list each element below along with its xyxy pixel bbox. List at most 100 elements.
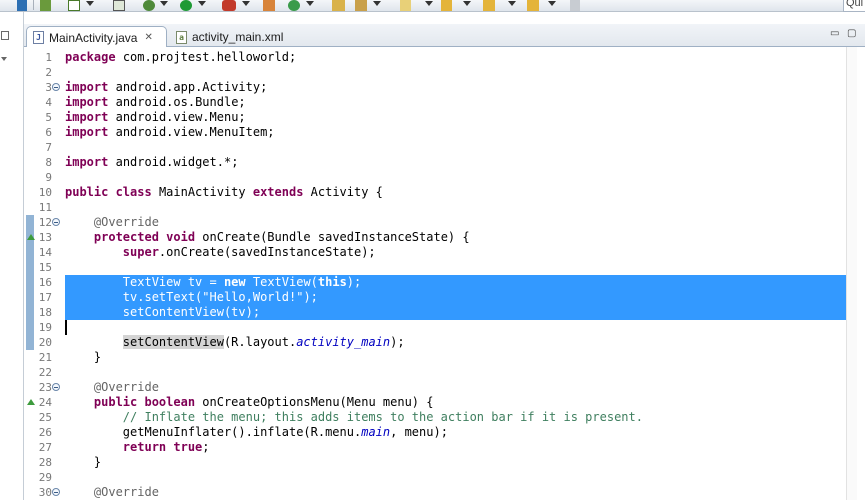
code-line[interactable]: 19 — [24, 320, 846, 335]
code-line[interactable]: 17 tv.setText("Hello,World!"); — [24, 290, 846, 305]
restore-view-icon[interactable] — [1, 31, 9, 40]
next-annotation-icon[interactable] — [441, 0, 452, 11]
annotation-dropdown-icon[interactable] — [425, 1, 433, 6]
code-text[interactable]: tv.setText("Hello,World!"); — [65, 290, 846, 305]
debug-icon[interactable] — [143, 0, 155, 11]
run-icon[interactable] — [180, 0, 192, 11]
dropdown-arrow-icon[interactable] — [86, 1, 94, 6]
tab-activity-main-xml[interactable]: a activity_main.xml — [170, 26, 300, 48]
close-icon[interactable]: ✕ — [144, 32, 152, 43]
code-text[interactable]: @Override — [65, 485, 846, 500]
new-class-dropdown-icon[interactable] — [306, 1, 314, 6]
code-line[interactable]: 24 public boolean onCreateOptionsMenu(Me… — [24, 395, 846, 410]
code-text[interactable] — [65, 200, 846, 215]
new-package-icon[interactable] — [263, 0, 275, 11]
code-line[interactable]: 4 import android.os.Bundle; — [24, 95, 846, 110]
code-line[interactable]: 22 — [24, 365, 846, 380]
code-line[interactable]: 25 // Inflate the menu; this adds items … — [24, 410, 846, 425]
overview-ruler[interactable] — [847, 47, 857, 500]
annotation-icon[interactable] — [400, 0, 411, 11]
back-icon[interactable] — [483, 0, 495, 11]
new-class-icon[interactable] — [288, 0, 300, 11]
code-text[interactable]: import android.widget.*; — [65, 155, 846, 170]
history-icon[interactable] — [570, 0, 580, 11]
code-line[interactable]: 1 package com.projtest.helloworld; — [24, 50, 846, 65]
code-text[interactable] — [65, 470, 846, 485]
code-text[interactable]: import android.view.Menu; — [65, 110, 846, 125]
forward-icon[interactable] — [527, 0, 539, 11]
code-text[interactable]: package com.projtest.helloworld; — [65, 50, 846, 65]
search-dropdown-icon[interactable] — [373, 1, 381, 6]
code-text[interactable]: @Override — [65, 215, 846, 230]
code-line[interactable]: 10 public class MainActivity extends Acti… — [24, 185, 846, 200]
code-text[interactable]: TextView tv = new TextView(this); — [65, 275, 846, 290]
code-text[interactable]: import android.os.Bundle; — [65, 95, 846, 110]
code-line[interactable]: 18 setContentView(tv); — [24, 305, 846, 320]
maximize-icon[interactable]: ▢ — [847, 28, 856, 39]
code-text[interactable]: @Override — [65, 380, 846, 395]
code-line[interactable]: 15 — [24, 260, 846, 275]
code-line[interactable]: 6 import android.view.MenuItem; — [24, 125, 846, 140]
view-menu-icon[interactable] — [1, 57, 7, 61]
minimize-icon[interactable]: ▭ — [830, 28, 839, 39]
code-line[interactable]: 8 import android.widget.*; — [24, 155, 846, 170]
code-line[interactable]: 7 — [24, 140, 846, 155]
code-line[interactable]: 12 @Override — [24, 215, 846, 230]
code-text[interactable]: import android.app.Activity; — [65, 80, 846, 95]
code-text[interactable]: return true; — [65, 440, 846, 455]
code-text[interactable]: protected void onCreate(Bundle savedInst… — [65, 230, 846, 245]
code-line[interactable]: 23 @Override — [24, 380, 846, 395]
quick-access-input[interactable]: Qui — [843, 0, 865, 12]
run-dropdown-icon[interactable] — [198, 1, 206, 6]
code-line[interactable]: 21 } — [24, 350, 846, 365]
code-line[interactable]: 27 return true; — [24, 440, 846, 455]
code-text[interactable]: public boolean onCreateOptionsMenu(Menu … — [65, 395, 846, 410]
code-line[interactable]: 3 import android.app.Activity; — [24, 80, 846, 95]
code-text[interactable]: public class MainActivity extends Activi… — [65, 185, 846, 200]
code-line[interactable]: 5 import android.view.Menu; — [24, 110, 846, 125]
android-sdk-icon[interactable] — [113, 0, 125, 11]
code-text[interactable]: } — [65, 350, 846, 365]
forward-dropdown-icon[interactable] — [548, 1, 556, 6]
fold-collapse-icon[interactable] — [52, 83, 60, 91]
code-line[interactable]: 28 } — [24, 455, 846, 470]
tab-mainactivity-java[interactable]: J MainActivity.java ✕ — [26, 26, 167, 48]
code-line[interactable]: 30 @Override — [24, 485, 846, 500]
code-line[interactable]: 13 protected void onCreate(Bundle savedI… — [24, 230, 846, 245]
code-text[interactable]: super.onCreate(savedInstanceState); — [65, 245, 846, 260]
code-text[interactable] — [65, 65, 846, 80]
code-text[interactable] — [65, 140, 846, 155]
save-all-icon[interactable] — [17, 0, 27, 11]
search-icon[interactable] — [355, 0, 367, 11]
code-line[interactable]: 26 getMenuInflater().inflate(R.menu.main… — [24, 425, 846, 440]
code-text[interactable]: setContentView(R.layout.activity_main); — [65, 335, 846, 350]
code-text[interactable] — [65, 365, 846, 380]
code-line[interactable]: 9 — [24, 170, 846, 185]
back-dropdown-icon[interactable] — [508, 1, 516, 6]
code-text[interactable]: import android.view.MenuItem; — [65, 125, 846, 140]
external-tools-icon[interactable] — [222, 0, 236, 11]
fold-collapse-icon[interactable] — [52, 383, 60, 391]
code-text[interactable]: getMenuInflater().inflate(R.menu.main, m… — [65, 425, 846, 440]
open-type-icon[interactable] — [332, 0, 345, 11]
fold-collapse-icon[interactable] — [52, 218, 60, 226]
print-icon[interactable] — [40, 0, 51, 11]
code-text[interactable]: } — [65, 455, 846, 470]
code-text[interactable] — [65, 170, 846, 185]
code-line[interactable]: 11 — [24, 200, 846, 215]
code-text[interactable] — [65, 320, 846, 335]
debug-dropdown-icon[interactable] — [160, 1, 168, 6]
code-line[interactable]: 20 setContentView(R.layout.activity_main… — [24, 335, 846, 350]
checkbox-icon[interactable] — [68, 0, 80, 11]
code-line[interactable]: 29 — [24, 470, 846, 485]
code-text[interactable] — [65, 260, 846, 275]
code-line[interactable]: 14 super.onCreate(savedInstanceState); — [24, 245, 846, 260]
external-tools-dropdown-icon[interactable] — [242, 1, 250, 6]
next-annotation-dropdown-icon[interactable] — [463, 1, 471, 6]
code-line[interactable]: 16 TextView tv = new TextView(this); — [24, 275, 846, 290]
code-line[interactable]: 2 — [24, 65, 846, 80]
code-text[interactable]: // Inflate the menu; this adds items to … — [65, 410, 846, 425]
fold-collapse-icon[interactable] — [52, 488, 60, 496]
java-code-editor[interactable]: 1 package com.projtest.helloworld; 2 3 impor… — [24, 47, 846, 500]
code-text[interactable]: setContentView(tv); — [65, 305, 846, 320]
